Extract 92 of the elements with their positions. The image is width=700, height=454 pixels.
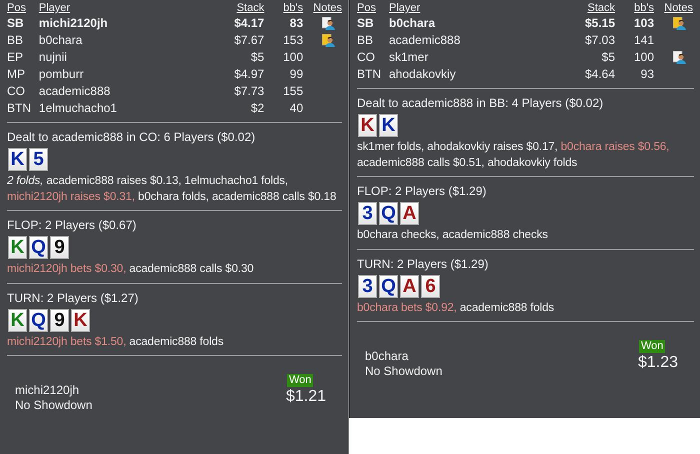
playing-card: K <box>71 308 90 332</box>
playing-card: Q <box>379 274 398 298</box>
bb-cell-text: 141 <box>632 32 654 49</box>
player-name: pomburr <box>38 66 85 83</box>
playing-card: K <box>358 114 377 137</box>
stack-cell-text: $2 <box>250 100 264 117</box>
won-badge: Won <box>286 374 314 387</box>
player-name: sk1mer <box>389 49 430 66</box>
bb-cell-text: 99 <box>288 66 304 83</box>
street-title: FLOP: 2 Players ($1.29) <box>357 184 488 199</box>
street-title: Dealt to academic888 in CO: 6 Players ($0.02) <box>7 130 256 145</box>
playing-card: A <box>400 274 419 298</box>
position-cell-text: MP <box>7 66 26 83</box>
playing-card: 9 <box>50 236 69 259</box>
player-name: nujnii <box>38 49 68 66</box>
action-text: b0chara bets $0.92, academic888 folds <box>357 300 556 316</box>
outcome-text: No Showdown <box>15 398 92 413</box>
stack-cell-text: $7.73 <box>233 83 264 100</box>
player-note-icon[interactable] <box>322 17 336 30</box>
bb-cell-text: 153 <box>282 32 304 49</box>
stack-cell-text: $5 <box>250 49 264 66</box>
stack-cell-text: $7.67 <box>233 32 264 49</box>
bb-cell-text: 103 <box>632 15 654 32</box>
position-cell-text: BTN <box>7 100 32 117</box>
player-name: ahodakovkiy <box>389 66 457 83</box>
bb-cell-text: 93 <box>640 66 654 83</box>
column-header[interactable]: Notes <box>303 2 342 15</box>
action-text: b0chara checks, academic888 checks <box>357 228 549 243</box>
playing-card: K <box>8 236 27 259</box>
street-title: FLOP: 2 Players ($0.67) <box>7 218 138 233</box>
outcome-text: No Showdown <box>365 364 442 379</box>
action-text: sk1mer folds, ahodakovkiy raises $0.17, b0chara raises $0.56, academic888 calls $0.51, ahodakovkiy folds <box>357 140 670 170</box>
bb-cell-text: 83 <box>288 15 304 32</box>
player-note-icon[interactable] <box>673 51 687 64</box>
player-name: 1elmuchacho1 <box>38 100 118 117</box>
won-amount: $1.23 <box>638 353 678 372</box>
column-header[interactable]: bb's <box>264 2 304 15</box>
bb-cell-text: 155 <box>282 83 304 100</box>
playing-card: 6 <box>421 274 440 298</box>
column-header[interactable]: Notes <box>654 2 693 15</box>
position-cell-text: BB <box>357 32 374 49</box>
playing-card: 5 <box>29 148 48 171</box>
action-text: 2 folds, academic888 raises $0.13, 1elmuchacho1 folds, michi2120jh raises $0.31, b0chara folds, academic888 calls $0.18 <box>7 174 338 204</box>
won-badge: Won <box>638 340 666 353</box>
player-name: michi2120jh <box>38 15 109 32</box>
column-header[interactable]: Stack <box>539 2 615 15</box>
playing-card: K <box>8 148 27 171</box>
stack-cell-text: $7.03 <box>584 32 615 49</box>
street-title: TURN: 2 Players ($1.27) <box>7 290 140 306</box>
playing-card: Q <box>29 236 48 259</box>
player-note-icon[interactable] <box>673 17 687 30</box>
playing-card: K <box>379 114 398 137</box>
playing-card: Q <box>29 308 48 332</box>
bb-cell-text: 100 <box>282 49 304 66</box>
playing-card: 3 <box>358 202 377 225</box>
player-name: b0chara <box>389 15 436 32</box>
bb-cell-text: 100 <box>632 49 654 66</box>
winner-name: michi2120jh <box>15 383 80 398</box>
position-cell-text: BB <box>7 32 24 49</box>
playing-card: K <box>8 308 27 332</box>
column-header[interactable]: Stack <box>188 2 264 15</box>
playing-card: A <box>400 202 419 225</box>
stack-cell-text: $4.64 <box>584 66 615 83</box>
street-title: Dealt to academic888 in BB: 4 Players ($0.02) <box>357 96 604 111</box>
player-name: b0chara <box>38 32 84 49</box>
column-header[interactable]: bb's <box>615 2 654 15</box>
player-name: academic888 <box>38 83 112 100</box>
column-header[interactable]: Pos <box>357 2 389 15</box>
street-title: TURN: 2 Players ($1.29) <box>357 256 490 272</box>
winner-name: b0chara <box>365 349 410 364</box>
playing-card: 3 <box>358 274 377 298</box>
position-cell-text: BTN <box>357 66 382 83</box>
position-cell-text: CO <box>7 83 26 100</box>
column-header[interactable]: Player <box>38 2 188 15</box>
column-header[interactable]: Player <box>389 2 539 15</box>
action-text: michi2120jh bets $1.50, academic888 folds <box>7 334 224 350</box>
playing-card: Q <box>379 202 398 225</box>
stack-cell-text: $4.97 <box>233 66 264 83</box>
stack-cell-text: $5.15 <box>584 15 615 32</box>
playing-card: 9 <box>50 308 69 332</box>
position-cell-text: SB <box>357 15 375 32</box>
bb-cell-text: 40 <box>288 100 304 117</box>
stack-cell-text: $4.17 <box>233 15 264 32</box>
action-text: michi2120jh bets $0.30, academic888 calls $0.30 <box>7 262 255 277</box>
player-name: academic888 <box>389 32 462 49</box>
column-header[interactable]: Pos <box>7 2 39 15</box>
position-cell-text: CO <box>357 49 376 66</box>
position-cell-text: EP <box>7 49 24 66</box>
won-amount: $1.21 <box>286 387 326 406</box>
position-cell-text: SB <box>7 15 25 32</box>
player-note-icon[interactable] <box>322 34 336 47</box>
stack-cell-text: $5 <box>600 49 615 66</box>
